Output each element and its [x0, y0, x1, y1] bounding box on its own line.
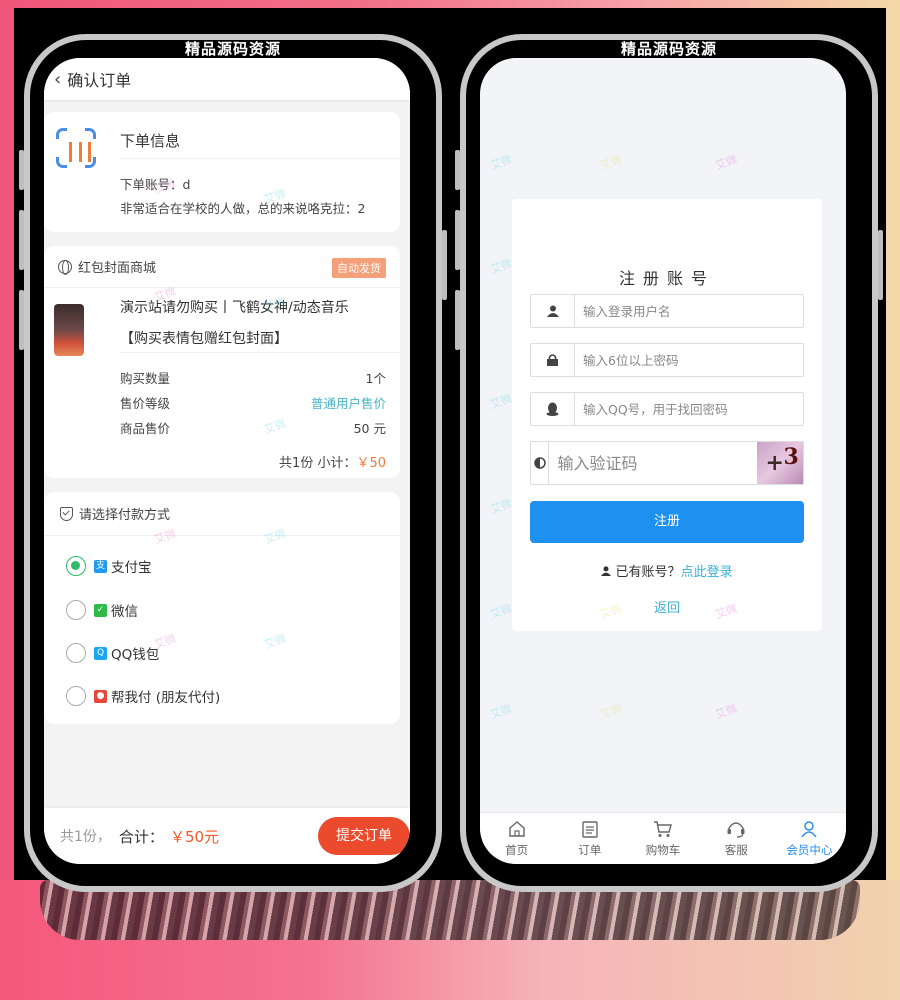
login-link[interactable]: 点此登录: [681, 565, 733, 580]
quantity-row: 购买数量 1个: [120, 371, 386, 386]
login-hint: 已有账号？点此登录: [512, 561, 822, 580]
username-input[interactable]: [575, 295, 803, 327]
product-subtitle: 【购买表情包赠红包封面】: [120, 331, 288, 347]
register-card: 注册账号 输入登录用户名 输入QQ号，用于找回密码 输入验证码 + 3 注册 已…: [512, 199, 822, 631]
qq-wallet-icon: Q: [94, 646, 107, 660]
order-info-title: 下单信息: [120, 132, 181, 150]
tab-service[interactable]: 客服: [700, 813, 773, 864]
product-thumbnail: [54, 304, 84, 356]
lock-icon: [531, 344, 575, 376]
order-screen: ‹ 确认订单 下单信息 下单账号：d 非常适合在学校的人做，总的来说咯克拉：2 …: [44, 58, 410, 864]
tab-cart[interactable]: 购物车: [626, 813, 699, 864]
checkout-bar: 共1份， 合计： ￥50元 提交订单: [44, 808, 410, 864]
total-price: ￥50元: [169, 827, 220, 846]
user-icon: [601, 566, 612, 576]
order-list-icon: [582, 819, 598, 839]
submit-order-button[interactable]: 提交订单: [318, 817, 410, 855]
order-header: ‹ 确认订单: [44, 58, 410, 100]
register-screen: 注册账号 输入登录用户名 输入QQ号，用于找回密码 输入验证码 + 3 注册 已…: [480, 58, 846, 864]
back-link[interactable]: 返回: [512, 597, 822, 616]
radio-selected[interactable]: [66, 556, 86, 576]
register-title: 注册账号: [618, 269, 715, 288]
cart-icon: [653, 819, 673, 839]
wechat-icon: ✓: [94, 603, 107, 617]
user-icon: [531, 295, 575, 327]
payment-title: 请选择付款方式: [79, 508, 171, 523]
payment-option-qq[interactable]: Q QQ钱包: [66, 643, 159, 663]
contrast-icon: [531, 442, 550, 484]
qq-field: [530, 392, 804, 426]
page-title: 确认订单: [67, 71, 132, 90]
shield-check-icon: [60, 506, 73, 521]
password-input[interactable]: [575, 344, 803, 376]
payment-option-friend[interactable]: ● 帮我付 (朋友代付): [66, 686, 220, 706]
chevron-left-icon[interactable]: ‹: [54, 69, 61, 90]
alipay-icon: 支: [94, 559, 107, 573]
qq-input[interactable]: [575, 393, 803, 425]
subtotal: 共1份 小计：￥50: [279, 456, 386, 471]
product-title: 演示站请勿购买丨飞鹤女神/动态音乐: [120, 300, 349, 316]
price-row: 商品售价 50 元: [120, 421, 386, 436]
tab-orders[interactable]: 订单: [553, 813, 626, 864]
username-field: [530, 294, 804, 328]
total-label: 合计：: [118, 827, 164, 846]
phone-title-left: 精品源码资源: [184, 40, 281, 58]
qq-penguin-icon: [531, 393, 575, 425]
captcha-input[interactable]: [549, 442, 758, 484]
headset-icon: [726, 819, 746, 839]
shop-name: 红包封面商城: [78, 261, 157, 276]
friend-pay-icon: ●: [94, 689, 107, 703]
order-account: 下单账号：d: [120, 177, 191, 192]
order-note: 非常适合在学校的人做，总的来说咯克拉：2: [120, 201, 366, 216]
password-field: [530, 343, 804, 377]
radio[interactable]: [66, 686, 86, 706]
home-icon: [508, 819, 526, 839]
user-icon: [800, 819, 818, 839]
payment-option-alipay[interactable]: 支 支付宝: [66, 556, 152, 576]
price-level-row: 售价等级 普通用户售价: [120, 396, 386, 411]
captcha-image[interactable]: + 3 G b: [757, 442, 803, 484]
shop-card: 红包封面商城 自动发货 演示站请勿购买丨飞鹤女神/动态音乐 【购买表情包赠红包封…: [44, 246, 400, 478]
tab-home[interactable]: 首页: [480, 813, 553, 864]
order-info-card: 下单信息 下单账号：d 非常适合在学校的人做，总的来说咯克拉：2: [44, 112, 400, 232]
phone-left: ‹ 确认订单 下单信息 下单账号：d 非常适合在学校的人做，总的来说咯克拉：2 …: [24, 34, 442, 892]
bottom-tabbar: 首页 订单 购物车 客服 会员中心: [480, 812, 846, 864]
tab-member-center[interactable]: 会员中心: [773, 813, 846, 864]
item-count: 共1份，: [60, 829, 111, 845]
phone-right: 注册账号 输入登录用户名 输入QQ号，用于找回密码 输入验证码 + 3 注册 已…: [460, 34, 878, 892]
captcha-field: + 3 G b: [530, 441, 804, 485]
radio[interactable]: [66, 643, 86, 663]
status-badge: 自动发货: [332, 258, 386, 278]
payment-option-wechat[interactable]: ✓ 微信: [66, 600, 138, 620]
register-button[interactable]: 注册: [530, 501, 804, 543]
globe-icon: [58, 259, 72, 275]
phone-title-right: 精品源码资源: [620, 40, 717, 58]
payment-card: 请选择付款方式 支 支付宝 ✓ 微信 Q QQ钱包 ● 帮我付 (朋友代付): [44, 492, 400, 724]
radio[interactable]: [66, 600, 86, 620]
